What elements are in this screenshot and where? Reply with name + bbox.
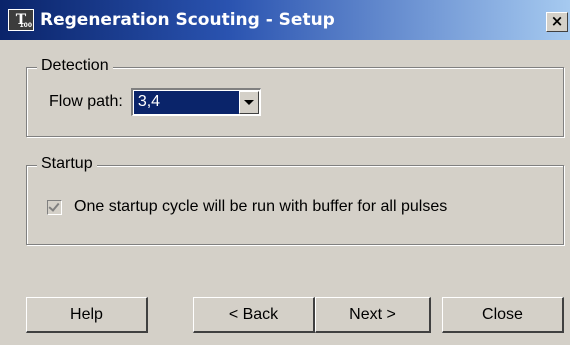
next-button[interactable]: Next > (315, 297, 431, 333)
detection-group: Detection Flow path: 3,4 (26, 57, 564, 137)
flow-path-label: Flow path: (49, 93, 123, 110)
startup-cycle-checkbox[interactable] (47, 199, 62, 215)
app-icon-sub: 100 (19, 22, 32, 29)
back-button[interactable]: < Back (193, 297, 315, 333)
startup-cycle-label: One startup cycle will be run with buffe… (74, 198, 448, 215)
window-title: Regeneration Scouting - Setup (40, 10, 335, 30)
startup-group-label: Startup (37, 155, 97, 173)
flow-path-value: 3,4 (133, 91, 239, 114)
checkmark-icon (48, 199, 60, 212)
close-window-button[interactable]: × (546, 12, 568, 32)
startup-group: Startup One startup cycle will be run wi… (26, 155, 564, 245)
title-bar[interactable]: T 100 Regeneration Scouting - Setup × (0, 0, 570, 40)
dropdown-arrow-icon[interactable] (238, 91, 259, 114)
app-icon: T 100 (8, 9, 34, 31)
close-button[interactable]: Close (442, 297, 564, 333)
flow-path-select[interactable]: 3,4 (130, 88, 261, 116)
help-button[interactable]: Help (26, 297, 148, 333)
detection-group-label: Detection (37, 57, 113, 75)
